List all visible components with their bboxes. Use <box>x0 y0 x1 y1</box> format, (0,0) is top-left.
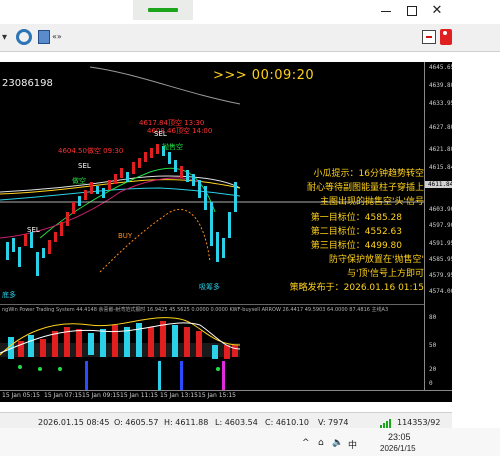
title-bar: ✕ <box>0 0 500 24</box>
price-label: 4591.95 <box>429 240 455 247</box>
info-line-8: 与'顶'信号上方即可 <box>347 269 424 279</box>
message-icon[interactable] <box>422 30 436 44</box>
mark-sel-mid: SEL <box>78 162 91 170</box>
info-line-7: 防守保护放置在'抛售空' <box>329 255 424 265</box>
fast-forward-icon[interactable]: «» <box>52 32 62 41</box>
connection-icon <box>380 418 394 428</box>
price-axis[interactable]: 4645.65 4639.80 4633.95 4627.80 4621.80 … <box>424 62 455 304</box>
info-line-1: 小瓜提示：16分钟趋势转空 <box>313 169 424 179</box>
time-label: 15 Jan 09:15 <box>82 392 120 399</box>
time-axis: 15 Jan 05:15 15 Jan 07:15 15 Jan 09:15 1… <box>0 390 452 402</box>
indicator-axis-label: 50 <box>429 342 437 349</box>
price-label: 4645.65 <box>429 64 455 71</box>
current-price-label: 4611.84 <box>425 181 453 188</box>
price-label: 4603.90 <box>429 206 455 213</box>
status-volume: V: 7974 <box>318 418 349 427</box>
price-label: 4585.95 <box>429 256 455 263</box>
time-label: 15 Jan 07:15 <box>44 392 82 399</box>
active-app-bar <box>148 8 178 12</box>
time-label: 15 Jan 11:15 <box>120 392 158 399</box>
countdown-timer: >>> 00:09:20 <box>213 68 315 83</box>
indicator-axis-label: 0 <box>429 380 433 387</box>
price-label: 4615.84 <box>429 164 455 171</box>
price-label: 4574.00 <box>429 288 455 295</box>
price-label: 4627.80 <box>429 124 455 131</box>
gear-icon[interactable] <box>16 29 32 45</box>
time-label: 15 Jan 05:15 <box>2 392 40 399</box>
info-line-2: 耐心等待副图能量柱子穿插上 <box>306 183 424 193</box>
price-chart[interactable]: 23086198 >>> 00:09:20 4617.84顶空 13:30 46… <box>0 62 424 304</box>
file-icon[interactable] <box>38 30 50 44</box>
active-app-indicator[interactable] <box>133 0 193 20</box>
ma-line-orange-dots <box>99 209 211 273</box>
mark-short-ready: 做空 <box>72 177 86 185</box>
mark-bottom-long: 吸筹多 <box>199 283 220 291</box>
taskbar-clock-date[interactable]: 2026/1/15 <box>380 444 416 453</box>
mark-bottom-long-left: 底多 <box>2 291 16 299</box>
ime-icon[interactable]: 中 <box>348 438 357 451</box>
price-label: 4621.80 <box>429 146 455 153</box>
mark-buy: BUY <box>118 232 133 240</box>
status-low: L: 4603.54 <box>215 418 258 427</box>
info-line-3: 主图出现的抛售空'头'信号 <box>320 197 424 207</box>
mark-price-4604: 4604.50做空 09:30 <box>58 147 124 155</box>
indicator-axis-label: 20 <box>429 366 437 373</box>
window-background <box>452 52 500 404</box>
mark-top-short: 抛售空 <box>162 143 183 151</box>
info-line-9: 策略发布于：2026.01.16 01:15 <box>289 283 424 293</box>
indicator-histogram <box>0 321 240 359</box>
indicator-axis: 80 50 20 0 <box>424 304 452 390</box>
mark-sel-left: SEL <box>27 226 40 234</box>
price-label: 4633.95 <box>429 100 455 107</box>
taskbar-clock-time[interactable]: 23:05 <box>388 432 411 442</box>
status-datetime: 2026.01.15 08:45 <box>38 418 110 427</box>
info-line-5: 第二目标位：4552.63 <box>310 227 402 237</box>
candles <box>6 144 237 276</box>
taskbar: ^ ⌂ 🔈 中 23:05 2026/1/15 <box>0 428 500 456</box>
info-line-4: 第一目标位：4585.28 <box>310 213 402 223</box>
status-high: H: 4611.88 <box>164 418 209 427</box>
price-label: 4639.80 <box>429 82 455 89</box>
chevron-down-icon[interactable]: ▾ <box>2 32 7 43</box>
time-label: 15 Jan 13:15 <box>160 392 198 399</box>
price-label: 4597.90 <box>429 222 455 229</box>
status-open: O: 4605.57 <box>114 418 159 427</box>
indicator-panel[interactable]: ngWin Power Trading System 44.4148 余喜嵌-射… <box>0 304 424 390</box>
indicator-axis-label: 80 <box>429 314 437 321</box>
close-button[interactable]: ✕ <box>426 3 448 19</box>
volume-icon[interactable]: 🔈 <box>332 438 343 448</box>
indicator-canvas <box>0 317 241 390</box>
time-label: 15 Jan 15:15 <box>198 392 236 399</box>
mark-sel-top: SEL <box>154 130 167 138</box>
alert-icon[interactable] <box>440 29 452 45</box>
status-close: C: 4610.10 <box>265 418 309 427</box>
maximize-button[interactable] <box>401 3 423 19</box>
chevron-up-icon[interactable]: ^ <box>302 438 310 448</box>
minimize-button[interactable] <box>375 3 397 19</box>
info-line-6: 第三目标位：4499.80 <box>310 241 402 251</box>
toolbar: ▾ «» <box>0 24 500 52</box>
network-icon[interactable]: ⌂ <box>318 438 324 448</box>
chart-ticker: 23086198 <box>2 78 53 89</box>
indicator-markers <box>18 361 225 390</box>
price-label: 4579.95 <box>429 272 455 279</box>
